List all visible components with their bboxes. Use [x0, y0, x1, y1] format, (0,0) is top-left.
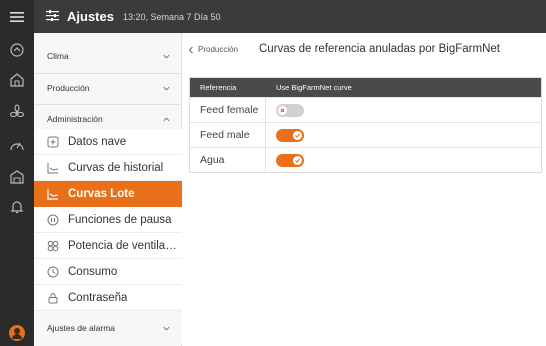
plus-square-icon	[47, 136, 59, 147]
section-label: Administración	[47, 114, 103, 124]
toggle-switch[interactable]	[276, 153, 304, 167]
curve-icon	[47, 162, 59, 173]
icon-rail	[0, 0, 34, 346]
content-heading: Curvas de referencia anuladas por BigFar…	[259, 43, 500, 55]
sidebar-item-label: Contraseña	[68, 291, 128, 304]
sidebar-item-curvas-lote[interactable]: Curvas Lote	[34, 181, 182, 207]
gauge-icon[interactable]	[9, 137, 25, 153]
x-icon	[280, 108, 285, 112]
sidebar-item-consumo[interactable]: Consumo	[34, 259, 182, 285]
clock-icon	[47, 266, 59, 277]
settings-sidebar: Clima Producción Administración Datos na…	[34, 33, 182, 346]
table-row: Feed male	[190, 122, 541, 147]
house-icon[interactable]	[9, 72, 25, 88]
row-label: Feed female	[190, 98, 266, 122]
bell-icon[interactable]	[9, 199, 25, 215]
toggle-knob	[293, 155, 302, 165]
breadcrumb[interactable]: Producción	[188, 45, 238, 54]
barn-icon[interactable]	[9, 169, 25, 185]
toggle-switch[interactable]	[276, 103, 304, 117]
menu-icon[interactable]	[0, 0, 34, 33]
chevron-down-icon	[163, 86, 170, 90]
check-icon	[295, 158, 300, 163]
table-row: Feed female	[190, 97, 541, 122]
sidebar-item-potencia-ventilacion[interactable]: Potencia de ventilación	[34, 233, 182, 259]
column-header-reference: Referencia	[200, 83, 237, 92]
pause-icon	[47, 214, 59, 225]
table-row: Agua	[190, 147, 541, 172]
sidebar-item-label: Potencia de ventilación	[68, 239, 180, 252]
section-ajustes-alarma[interactable]: Ajustes de alarma	[34, 312, 182, 344]
breadcrumb-link[interactable]: Producción	[198, 45, 238, 54]
table-header: Referencia Use BigFarmNet curve	[190, 78, 541, 97]
section-clima[interactable]: Clima	[34, 40, 182, 72]
user-avatar[interactable]	[9, 325, 25, 341]
fan-icon	[47, 240, 59, 251]
sidebar-item-contrasena[interactable]: Contraseña	[34, 285, 182, 311]
section-label: Producción	[47, 83, 90, 93]
check-icon	[295, 133, 300, 138]
page-title: Ajustes	[67, 9, 114, 24]
chevron-left-icon	[188, 46, 193, 53]
sidebar-item-datos-nave[interactable]: Datos nave	[34, 129, 182, 155]
column-header-use-curve: Use BigFarmNet curve	[276, 83, 352, 92]
time-week-day: 13:20, Semana 7 Día 50	[122, 11, 221, 22]
toggle-knob	[278, 105, 287, 115]
row-label: Feed male	[190, 123, 266, 147]
top-bar: Ajustes 13:20, Semana 7 Día 50	[34, 0, 546, 33]
reference-curves-table: Referencia Use BigFarmNet curve Feed fem…	[189, 77, 542, 173]
chevron-up-icon	[163, 117, 170, 121]
sidebar-item-label: Curvas de historial	[68, 161, 164, 174]
toggle-switch[interactable]	[276, 128, 304, 142]
main-content: Producción Curvas de referencia anuladas…	[183, 33, 546, 346]
fan-icon[interactable]	[9, 104, 25, 120]
sidebar-item-label: Curvas Lote	[68, 188, 135, 200]
chevron-down-icon	[163, 326, 170, 330]
section-label: Clima	[47, 51, 69, 61]
toggle-knob	[293, 130, 302, 140]
curve-icon	[47, 189, 59, 200]
row-label: Agua	[190, 148, 266, 172]
sidebar-item-label: Funciones de pausa	[68, 213, 172, 226]
settings-sliders-icon	[46, 8, 59, 26]
chevron-down-icon	[163, 54, 170, 58]
section-produccion[interactable]: Producción	[34, 72, 182, 104]
sidebar-item-label: Datos nave	[68, 135, 127, 148]
section-label: Ajustes de alarma	[47, 323, 116, 333]
sidebar-item-label: Consumo	[68, 265, 118, 278]
lock-icon	[48, 292, 58, 303]
sidebar-item-curvas-historial[interactable]: Curvas de historial	[34, 155, 182, 181]
sidebar-item-funciones-pausa[interactable]: Funciones de pausa	[34, 207, 182, 233]
dashboard-icon[interactable]	[9, 42, 25, 58]
